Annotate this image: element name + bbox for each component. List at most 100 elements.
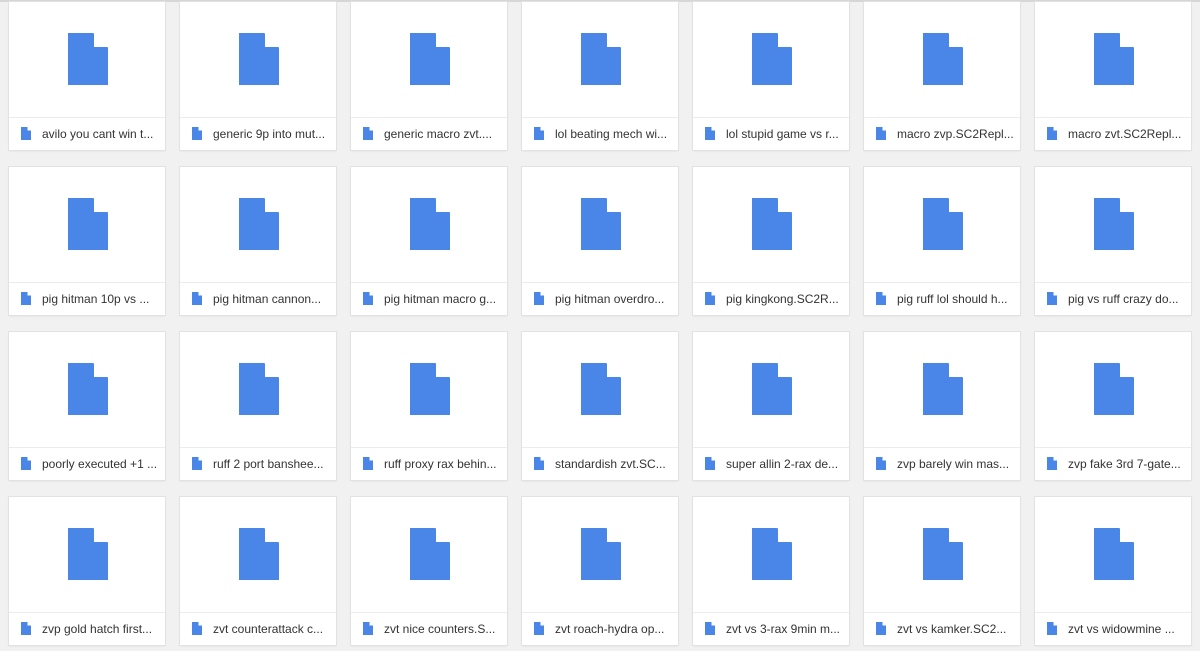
file-tile[interactable]: pig hitman 10p vs ... [9,167,165,315]
file-caption[interactable]: lol stupid game vs r... [693,117,849,150]
file-tile[interactable]: pig kingkong.SC2R... [693,167,849,315]
file-name: avilo you cant win t... [42,127,154,141]
file-thumbnail[interactable] [351,167,507,282]
document-icon [581,528,621,580]
file-thumbnail[interactable] [1035,497,1191,612]
file-tile[interactable]: macro zvp.SC2Repl... [864,2,1020,150]
file-name: ruff proxy rax behin... [384,457,497,471]
file-caption[interactable]: zvt vs kamker.SC2... [864,612,1020,645]
file-caption[interactable]: macro zvt.SC2Repl... [1035,117,1191,150]
file-caption[interactable]: pig hitman cannon... [180,282,336,315]
file-tile[interactable]: zvt counterattack c... [180,497,336,645]
file-caption[interactable]: zvt vs 3-rax 9min m... [693,612,849,645]
file-tile[interactable]: pig hitman cannon... [180,167,336,315]
file-thumbnail[interactable] [1035,332,1191,447]
file-thumbnail[interactable] [693,497,849,612]
file-caption[interactable]: generic 9p into mut... [180,117,336,150]
file-thumbnail[interactable] [522,497,678,612]
file-tile[interactable]: zvp gold hatch first... [9,497,165,645]
file-tile[interactable]: lol stupid game vs r... [693,2,849,150]
file-tile[interactable]: generic macro zvt.... [351,2,507,150]
file-tile[interactable]: ruff proxy rax behin... [351,332,507,480]
file-thumbnail[interactable] [864,167,1020,282]
file-tile[interactable]: pig hitman macro g... [351,167,507,315]
file-caption[interactable]: pig hitman overdro... [522,282,678,315]
file-thumbnail[interactable] [864,2,1020,117]
file-thumbnail[interactable] [693,332,849,447]
file-name: pig hitman 10p vs ... [42,292,150,306]
document-icon [923,363,963,415]
file-thumbnail[interactable] [522,2,678,117]
file-thumbnail[interactable] [1035,2,1191,117]
file-thumbnail[interactable] [180,167,336,282]
file-thumbnail[interactable] [693,167,849,282]
file-icon [21,622,31,635]
document-icon [239,198,279,250]
file-tile[interactable]: avilo you cant win t... [9,2,165,150]
file-caption[interactable]: pig hitman macro g... [351,282,507,315]
file-thumbnail[interactable] [9,167,165,282]
file-grid: avilo you cant win t... generic 9p into m… [9,2,1200,651]
file-caption[interactable]: pig ruff lol should h... [864,282,1020,315]
file-caption[interactable]: zvt roach-hydra op... [522,612,678,645]
file-name: zvt vs kamker.SC2... [897,622,1007,636]
file-name: lol stupid game vs r... [726,127,839,141]
file-caption[interactable]: macro zvp.SC2Repl... [864,117,1020,150]
file-name: generic macro zvt.... [384,127,493,141]
file-tile[interactable]: zvp barely win mas... [864,332,1020,480]
file-tile[interactable]: zvt roach-hydra op... [522,497,678,645]
file-name: macro zvp.SC2Repl... [897,127,1014,141]
file-caption[interactable]: pig kingkong.SC2R... [693,282,849,315]
file-caption[interactable]: avilo you cant win t... [9,117,165,150]
file-caption[interactable]: generic macro zvt.... [351,117,507,150]
file-thumbnail[interactable] [522,332,678,447]
file-thumbnail[interactable] [180,332,336,447]
file-name: zvp gold hatch first... [42,622,153,636]
file-tile[interactable]: generic 9p into mut... [180,2,336,150]
file-caption[interactable]: zvt vs widowmine ... [1035,612,1191,645]
file-tile[interactable]: zvt vs widowmine ... [1035,497,1191,645]
file-tile[interactable]: zvp fake 3rd 7-gate... [1035,332,1191,480]
file-thumbnail[interactable] [180,2,336,117]
file-tile[interactable]: ruff 2 port banshee... [180,332,336,480]
file-tile[interactable]: zvt nice counters.S... [351,497,507,645]
file-thumbnail[interactable] [351,497,507,612]
file-tile[interactable]: macro zvt.SC2Repl... [1035,2,1191,150]
file-caption[interactable]: zvt counterattack c... [180,612,336,645]
file-caption[interactable]: pig vs ruff crazy do... [1035,282,1191,315]
file-caption[interactable]: super allin 2-rax de... [693,447,849,480]
file-thumbnail[interactable] [9,332,165,447]
file-thumbnail[interactable] [522,167,678,282]
file-caption[interactable]: zvp barely win mas... [864,447,1020,480]
file-caption[interactable]: zvp fake 3rd 7-gate... [1035,447,1191,480]
file-thumbnail[interactable] [180,497,336,612]
file-thumbnail[interactable] [693,2,849,117]
file-tile[interactable]: lol beating mech wi... [522,2,678,150]
file-thumbnail[interactable] [1035,167,1191,282]
file-tile[interactable]: zvt vs 3-rax 9min m... [693,497,849,645]
file-tile[interactable]: zvt vs kamker.SC2... [864,497,1020,645]
file-tile[interactable]: pig hitman overdro... [522,167,678,315]
file-tile[interactable]: poorly executed +1 ... [9,332,165,480]
file-tile[interactable]: pig vs ruff crazy do... [1035,167,1191,315]
file-thumbnail[interactable] [9,497,165,612]
file-thumbnail[interactable] [351,2,507,117]
file-thumbnail[interactable] [864,332,1020,447]
file-caption[interactable]: ruff 2 port banshee... [180,447,336,480]
file-caption[interactable]: lol beating mech wi... [522,117,678,150]
file-tile[interactable]: standardish zvt.SC... [522,332,678,480]
file-thumbnail[interactable] [351,332,507,447]
file-name: zvp barely win mas... [897,457,1010,471]
file-caption[interactable]: ruff proxy rax behin... [351,447,507,480]
file-icon [363,622,373,635]
file-caption[interactable]: zvp gold hatch first... [9,612,165,645]
file-thumbnail[interactable] [864,497,1020,612]
file-thumbnail[interactable] [9,2,165,117]
file-caption[interactable]: poorly executed +1 ... [9,447,165,480]
file-caption[interactable]: pig hitman 10p vs ... [9,282,165,315]
file-tile[interactable]: pig ruff lol should h... [864,167,1020,315]
file-tile[interactable]: super allin 2-rax de... [693,332,849,480]
file-caption[interactable]: standardish zvt.SC... [522,447,678,480]
file-caption[interactable]: zvt nice counters.S... [351,612,507,645]
file-name: pig hitman cannon... [213,292,322,306]
